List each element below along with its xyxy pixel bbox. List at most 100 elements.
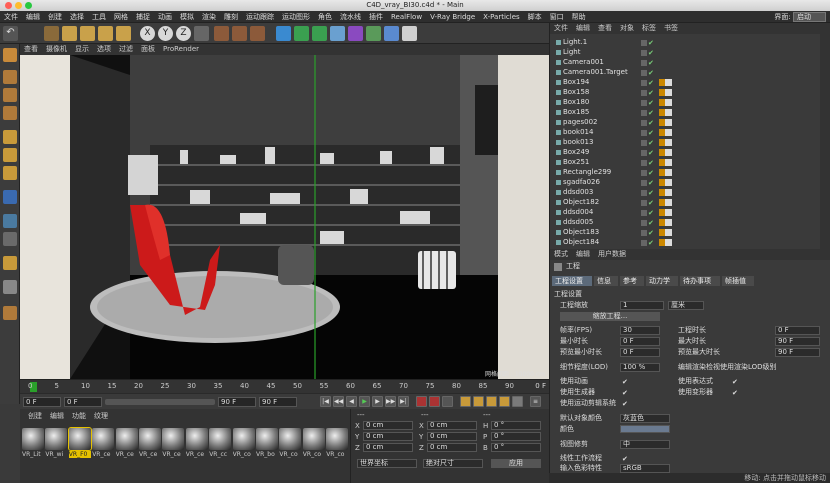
menu-item[interactable]: 文件	[0, 11, 22, 23]
preview-end-field[interactable]: 90 F	[218, 397, 256, 407]
solo-icon[interactable]	[3, 280, 17, 294]
start-frame-field[interactable]: 0 F	[23, 397, 61, 407]
workplane-icon[interactable]	[3, 106, 17, 120]
z-axis-icon[interactable]: Z	[176, 26, 191, 41]
use-generators-checkbox[interactable]: ✔	[622, 389, 628, 397]
material-swatch[interactable]	[139, 428, 161, 450]
key-position-icon[interactable]	[460, 396, 471, 407]
object-scrollbar[interactable]	[820, 34, 830, 249]
model-mode-icon[interactable]	[3, 70, 17, 84]
object-row[interactable]: Light.1 ✔	[555, 38, 800, 48]
end-frame-field[interactable]: 90 F	[259, 397, 297, 407]
material-tag-icon[interactable]	[665, 79, 672, 86]
object-row[interactable]: Object183 ✔	[555, 228, 800, 238]
y-axis-icon[interactable]: Y	[158, 26, 173, 41]
material-tag-icon[interactable]	[665, 189, 672, 196]
material-swatch[interactable]	[185, 428, 208, 450]
axis-mode-icon[interactable]	[3, 190, 17, 204]
menu-item[interactable]: 创建	[44, 11, 66, 23]
menu-item[interactable]: 运动图形	[278, 11, 314, 23]
viewport-menu-item[interactable]: 查看	[20, 44, 42, 55]
visibility-toggle[interactable]	[641, 120, 647, 126]
rotate-icon[interactable]	[98, 26, 113, 41]
object-row[interactable]: book014 ✔	[555, 128, 800, 138]
object-row[interactable]: Camera001.Target ✔	[555, 68, 800, 78]
duration-field[interactable]: 0 F	[775, 326, 820, 335]
visibility-toggle[interactable]	[641, 140, 647, 146]
enabled-check-icon[interactable]: ✔	[648, 239, 654, 249]
make-editable-icon[interactable]	[3, 48, 17, 62]
coord-rotation-field[interactable]: 0 °	[491, 421, 541, 430]
attribute-menu-item[interactable]: 用户数据	[594, 249, 630, 260]
material-swatch[interactable]	[232, 428, 255, 450]
key-scale-icon[interactable]	[473, 396, 484, 407]
attribute-tab[interactable]: 信息	[594, 276, 618, 286]
key-rotation-icon[interactable]	[486, 396, 497, 407]
menu-item[interactable]: 编辑	[22, 11, 44, 23]
render-view-icon[interactable]	[214, 26, 229, 41]
visibility-toggle[interactable]	[641, 210, 647, 216]
object-row[interactable]: Light ✔	[555, 48, 800, 58]
object-row[interactable]: Box158 ✔	[555, 88, 800, 98]
layout-dropdown[interactable]: 启动	[793, 12, 826, 22]
subdivision-icon[interactable]	[312, 26, 327, 41]
texture-mode-icon[interactable]	[3, 88, 17, 102]
coord-size-field[interactable]: 0 cm	[427, 432, 477, 441]
object-row[interactable]: ddsd003 ✔	[555, 188, 800, 198]
material-swatch[interactable]	[67, 427, 92, 451]
lod-field[interactable]: 100 %	[620, 363, 660, 372]
material-swatch[interactable]	[326, 428, 349, 450]
coord-size-field[interactable]: 0 cm	[427, 421, 477, 430]
grid-icon[interactable]	[3, 306, 17, 320]
coord-mode-dropdown[interactable]: 世界坐标	[357, 459, 417, 468]
use-expressions-checkbox[interactable]: ✔	[732, 378, 738, 386]
linear-workflow-checkbox[interactable]: ✔	[622, 455, 628, 463]
coordinate-system-icon[interactable]	[194, 26, 209, 41]
edges-mode-icon[interactable]	[3, 148, 17, 162]
visibility-toggle[interactable]	[641, 170, 647, 176]
record-icon[interactable]	[416, 396, 427, 407]
coord-position-field[interactable]: 0 cm	[363, 443, 413, 452]
menu-item[interactable]: 运动跟踪	[242, 11, 278, 23]
cube-icon[interactable]	[276, 26, 291, 41]
object-row[interactable]: Box251 ✔	[555, 158, 800, 168]
object-row[interactable]: Box185 ✔	[555, 108, 800, 118]
min-time-field[interactable]: 0 F	[620, 337, 660, 346]
snap-icon[interactable]	[3, 232, 17, 246]
project-scale-field[interactable]: 1	[620, 301, 664, 310]
visibility-toggle[interactable]	[641, 70, 647, 76]
visibility-toggle[interactable]	[641, 90, 647, 96]
menu-item[interactable]: 网格	[110, 11, 132, 23]
viewport-menu-item[interactable]: 选项	[93, 44, 115, 55]
material-tag-icon[interactable]	[665, 209, 672, 216]
material-tag-icon[interactable]	[665, 139, 672, 146]
project-scale-unit[interactable]: 厘米	[668, 301, 704, 310]
visibility-toggle[interactable]	[641, 180, 647, 186]
x-axis-icon[interactable]: X	[140, 26, 155, 41]
menu-item[interactable]: RealFlow	[387, 11, 426, 23]
coord-position-field[interactable]: 0 cm	[363, 432, 413, 441]
menu-item[interactable]: 窗口	[546, 11, 568, 23]
menu-item[interactable]: 插件	[365, 11, 387, 23]
preview-start-field[interactable]: 0 F	[64, 397, 102, 407]
material-swatch[interactable]	[45, 428, 68, 450]
material-swatch[interactable]	[256, 428, 278, 450]
menu-item[interactable]: 雕刻	[220, 11, 242, 23]
visibility-toggle[interactable]	[641, 100, 647, 106]
material-tag-icon[interactable]	[665, 149, 672, 156]
goto-end-icon[interactable]: ▶|	[398, 396, 409, 407]
next-key-icon[interactable]: ▶▶	[385, 396, 396, 407]
menu-item[interactable]: 帮助	[568, 11, 590, 23]
material-tag-icon[interactable]	[665, 199, 672, 206]
spline-pen-icon[interactable]	[294, 26, 309, 41]
view-clipping-dropdown[interactable]: 中	[620, 440, 670, 449]
max-time-field[interactable]: 90 F	[775, 337, 820, 346]
visibility-toggle[interactable]	[641, 110, 647, 116]
material-swatch[interactable]	[162, 428, 185, 450]
deformer-icon[interactable]	[348, 26, 363, 41]
object-row[interactable]: Box180 ✔	[555, 98, 800, 108]
visibility-toggle[interactable]	[641, 60, 647, 66]
attribute-tab[interactable]: 工程设置	[552, 276, 592, 286]
use-animation-checkbox[interactable]: ✔	[622, 378, 628, 386]
coord-size-field[interactable]: 0 cm	[427, 443, 477, 452]
